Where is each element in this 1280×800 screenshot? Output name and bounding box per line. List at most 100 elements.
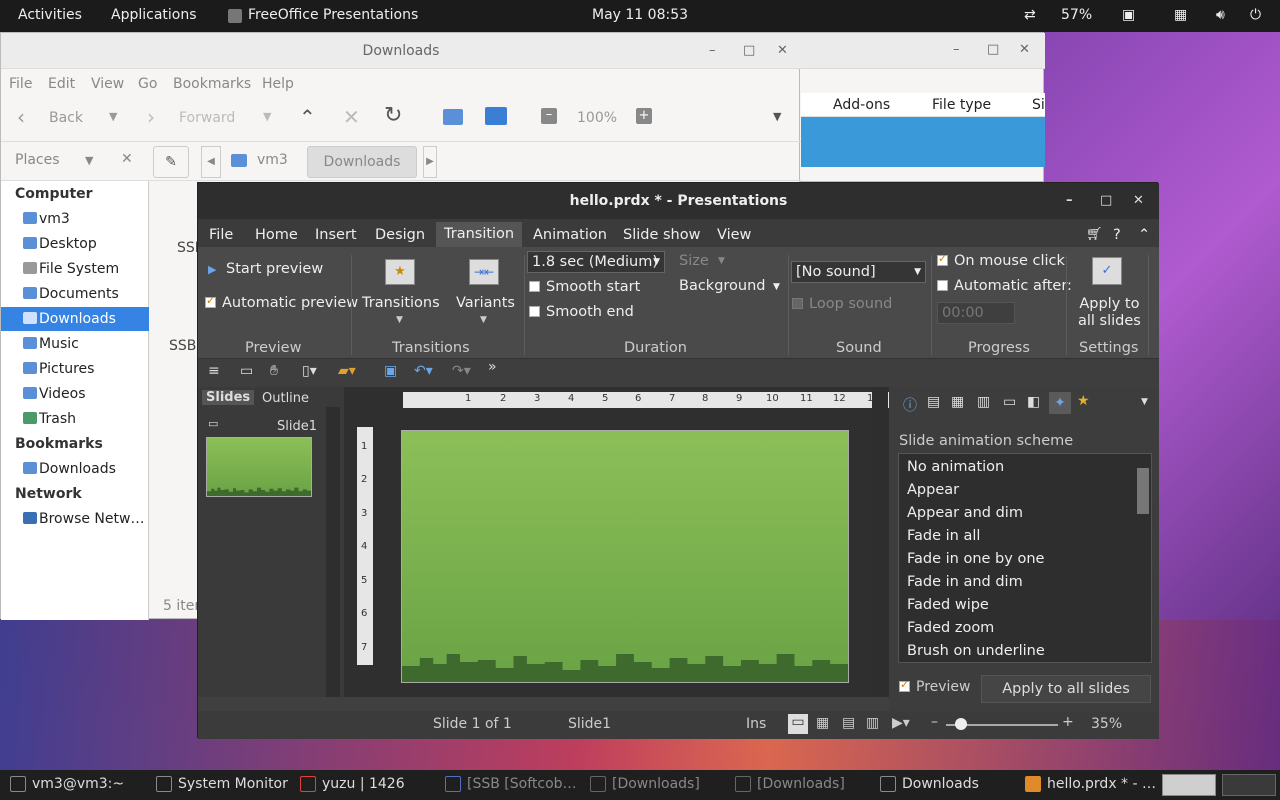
scheme-item[interactable]: Faded wipe: [907, 597, 989, 613]
sidebar-item-videos[interactable]: Videos: [1, 382, 149, 406]
tab-file[interactable]: File: [209, 223, 233, 247]
new-icon[interactable]: ▯▾: [302, 363, 317, 379]
insert-mode[interactable]: Ins: [746, 716, 766, 732]
stop-icon[interactable]: ✕: [343, 105, 360, 129]
apply-all-slides-button[interactable]: Apply to all slides: [1078, 296, 1141, 330]
redo-icon[interactable]: ↷▾: [452, 363, 471, 379]
col-filetype[interactable]: File type: [932, 97, 991, 113]
menu-help[interactable]: Help: [262, 76, 294, 92]
scheme-item[interactable]: Fade in one by one: [907, 551, 1044, 567]
menu-file[interactable]: File: [9, 76, 32, 92]
home-folder-icon[interactable]: [443, 109, 463, 125]
selected-row[interactable]: [801, 117, 1045, 167]
sorter-view-icon[interactable]: ▦: [816, 715, 829, 731]
close-icon[interactable]: ✕: [1019, 42, 1030, 57]
zoom-in-icon[interactable]: +: [1062, 714, 1074, 730]
transitions-button[interactable]: Transitions: [362, 295, 440, 311]
back-button[interactable]: Back: [49, 110, 83, 126]
path-downloads[interactable]: Downloads: [307, 146, 417, 178]
network-icon[interactable]: ⇄: [1024, 7, 1036, 23]
chevron-down-icon[interactable]: ▼: [718, 256, 725, 266]
zoom-percent[interactable]: 35%: [1091, 716, 1122, 732]
loop-sound-checkbox[interactable]: Loop sound: [792, 296, 892, 312]
minimize-icon[interactable]: –: [709, 33, 716, 69]
size-dropdown[interactable]: Size: [679, 253, 709, 269]
vertical-ruler[interactable]: 1 2 3 4 5 6 7: [357, 427, 373, 665]
animation-scheme-icon[interactable]: ✦: [1049, 392, 1071, 414]
maximize-icon[interactable]: □: [1100, 183, 1112, 219]
back-arrow-icon[interactable]: ‹: [17, 105, 25, 129]
presentations-window[interactable]: hello.prdx * - Presentations – □ ✕ File …: [197, 182, 1159, 739]
sidebar-item-browse-network[interactable]: Browse Netw…: [1, 507, 149, 531]
format-icon[interactable]: ▤: [927, 394, 940, 410]
print-icon[interactable]: ▭: [240, 363, 253, 379]
tab-home[interactable]: Home: [255, 223, 298, 247]
scheme-item[interactable]: Faded zoom: [907, 620, 994, 636]
battery-percent[interactable]: 57%: [1061, 7, 1092, 23]
apply-all-icon[interactable]: ✓: [1092, 257, 1122, 285]
pres-titlebar[interactable]: hello.prdx * - Presentations – □ ✕: [198, 183, 1159, 219]
tab-view[interactable]: View: [717, 223, 751, 247]
back-history-icon[interactable]: ▼: [109, 110, 117, 123]
task-downloads-3[interactable]: Downloads: [880, 776, 979, 792]
col-size[interactable]: Si: [1032, 97, 1045, 113]
task-ssb[interactable]: [SSB [Softcob…: [445, 776, 577, 792]
star-icon[interactable]: ★: [1077, 393, 1090, 409]
start-preview-button[interactable]: Start preview: [226, 261, 323, 277]
slideshow-view-icon[interactable]: ▶▾: [892, 715, 910, 731]
zoom-in-icon[interactable]: +: [636, 108, 652, 124]
applications-menu[interactable]: Applications: [111, 7, 197, 23]
fm-titlebar[interactable]: Downloads – □ ✕: [1, 33, 801, 69]
slide-thumb-label[interactable]: Slide1: [277, 419, 317, 434]
reload-icon[interactable]: ↻: [384, 103, 402, 128]
clipboard-icon[interactable]: ▣: [1122, 7, 1135, 23]
transitions-dropdown-icon[interactable]: ▼: [396, 315, 403, 325]
smooth-end-checkbox[interactable]: Smooth end: [529, 304, 634, 320]
zoom-slider-thumb[interactable]: [955, 718, 967, 730]
forward-arrow-icon[interactable]: ›: [147, 105, 155, 129]
sidebar-item-music[interactable]: Music: [1, 332, 149, 356]
style-icon[interactable]: ▦: [951, 394, 964, 410]
sidebar-item-trash[interactable]: Trash: [1, 407, 149, 431]
help-icon[interactable]: ?: [1113, 223, 1121, 247]
up-icon[interactable]: ⌃: [299, 105, 316, 129]
chevron-down-icon[interactable]: ▼: [773, 282, 780, 292]
minimize-icon[interactable]: –: [953, 42, 960, 57]
scheme-list[interactable]: No animation Appear Appear and dim Fade …: [898, 453, 1152, 663]
menu-icon[interactable]: ≡: [208, 363, 220, 379]
notes-view-icon[interactable]: ▤: [842, 715, 855, 731]
forward-button[interactable]: Forward: [179, 110, 235, 126]
power-icon[interactable]: ⏻: [1250, 7, 1261, 23]
background-dropdown[interactable]: Background: [679, 278, 766, 294]
automatic-preview-checkbox[interactable]: Automatic preview: [205, 294, 358, 311]
scheme-item[interactable]: Fade in and dim: [907, 574, 1023, 590]
menu-view[interactable]: View: [91, 76, 124, 92]
col-addons[interactable]: Add-ons: [833, 97, 890, 113]
sidebar-bookmark-downloads[interactable]: Downloads: [1, 457, 149, 481]
partial-file-label[interactable]: SSB: [169, 338, 196, 354]
tab-insert[interactable]: Insert: [315, 223, 357, 247]
layout-icon[interactable]: ▥: [977, 394, 990, 410]
scheme-item[interactable]: Brush on underline: [907, 643, 1045, 659]
tab-slides[interactable]: Slides: [202, 390, 255, 405]
task-downloads-2[interactable]: [Downloads]: [735, 776, 845, 792]
task-system-monitor[interactable]: System Monitor: [156, 776, 288, 792]
maximize-icon[interactable]: □: [743, 33, 755, 69]
automatic-after-checkbox[interactable]: Automatic after:: [937, 278, 1072, 294]
close-icon[interactable]: ✕: [777, 33, 788, 69]
clock[interactable]: May 11 08:53: [592, 7, 688, 23]
tab-slide-show[interactable]: Slide show: [623, 223, 700, 247]
task-downloads-1[interactable]: [Downloads]: [590, 776, 700, 792]
thumb-scrollbar[interactable]: [326, 407, 340, 697]
maximize-icon[interactable]: □: [987, 42, 999, 57]
workspace-1[interactable]: [1162, 774, 1216, 796]
handout-view-icon[interactable]: ▥: [866, 715, 879, 731]
variants-dropdown-icon[interactable]: ▼: [480, 315, 487, 325]
variants-icon[interactable]: ⇥⇤: [469, 259, 499, 285]
overflow-icon[interactable]: »: [488, 359, 497, 375]
smooth-start-checkbox[interactable]: Smooth start: [529, 279, 640, 295]
save-icon[interactable]: ▣: [384, 363, 397, 379]
menu-go[interactable]: Go: [138, 76, 157, 92]
volume-icon[interactable]: 🔊︎: [1216, 7, 1225, 23]
transition-icon[interactable]: ◧: [1027, 394, 1040, 410]
